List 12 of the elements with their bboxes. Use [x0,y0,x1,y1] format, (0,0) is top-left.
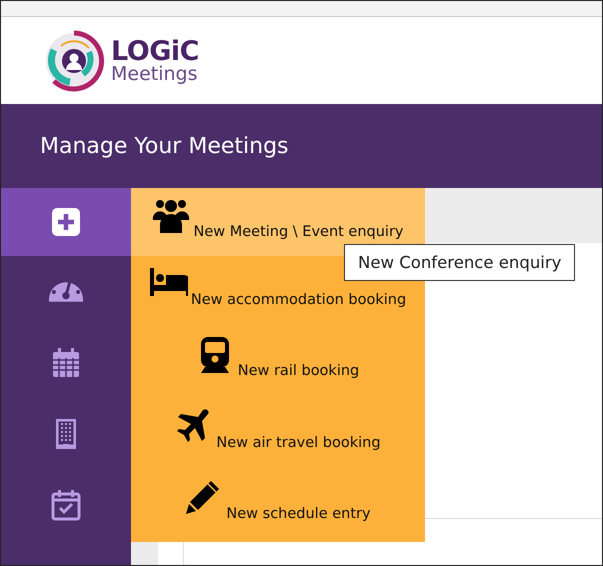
sidebar-item[interactable] [1,188,131,256]
logo-name: LOGiC [111,38,199,64]
calendar-check-icon [50,488,82,520]
menu-item[interactable]: New Meeting \ Event enquiry [131,188,425,256]
content-background [131,542,158,565]
people-icon [152,198,190,234]
gauge-icon [49,282,83,302]
tooltip: New Conference enquiry [344,244,576,281]
logo-subtitle: Meetings [111,64,199,84]
page-title: Manage Your Meetings [40,134,288,158]
calendar-icon [50,346,82,378]
add-icon [50,206,82,238]
